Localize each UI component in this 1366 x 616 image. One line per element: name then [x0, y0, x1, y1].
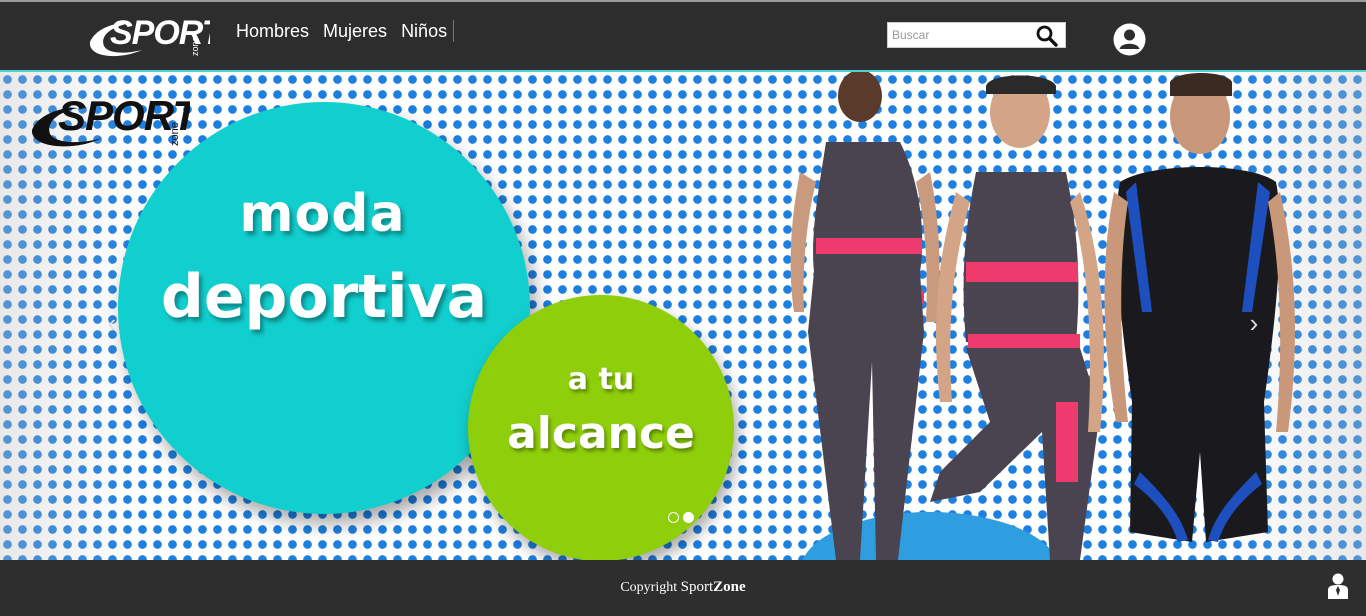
headline-a-tu: a tu	[567, 362, 635, 397]
site-header: SPORT zone Hombres Mujeres Niños	[0, 0, 1366, 72]
main-nav: Hombres Mujeres Niños	[236, 20, 455, 42]
user-account-icon[interactable]	[1113, 23, 1146, 56]
carousel-dot-2[interactable]	[683, 512, 694, 523]
copyright-brand-zone: Zone	[713, 579, 746, 595]
copyright-brand-sport: Sport	[680, 579, 714, 595]
banner-logo: SPORT zone	[31, 92, 190, 147]
site-footer: Copyright SportZone	[0, 560, 1366, 616]
nav-mujeres[interactable]: Mujeres	[323, 21, 387, 42]
search-icon[interactable]	[1035, 24, 1059, 48]
carousel-indicators	[668, 512, 694, 523]
search-input[interactable]	[888, 23, 1028, 47]
headline-deportiva: deportiva	[160, 262, 488, 332]
nav-hombres[interactable]: Hombres	[236, 21, 309, 42]
sportzone-logo[interactable]: SPORT zone	[86, 8, 210, 60]
headline-moda: moda	[239, 184, 406, 244]
search-box	[887, 22, 1066, 48]
copyright-prefix: Copyright	[620, 580, 678, 595]
carousel-next-arrow[interactable]: ›	[1242, 308, 1266, 338]
person-badge-icon[interactable]	[1327, 572, 1349, 600]
models-image	[790, 72, 1295, 560]
carousel-prev-arrow[interactable]: ‹	[100, 308, 124, 338]
nav-divider	[453, 20, 455, 42]
logo-sub: zone	[190, 36, 200, 56]
hero-carousel: SPORT zone moda deportiva a tu alcance ‹…	[0, 72, 1366, 560]
nav-ninos[interactable]: Niños	[401, 21, 447, 42]
copyright-text: Copyright SportZone	[0, 579, 1366, 596]
banner-logo-sub: zone	[169, 122, 181, 146]
headline-alcance: alcance	[507, 408, 695, 459]
carousel-dot-1[interactable]	[668, 512, 679, 523]
